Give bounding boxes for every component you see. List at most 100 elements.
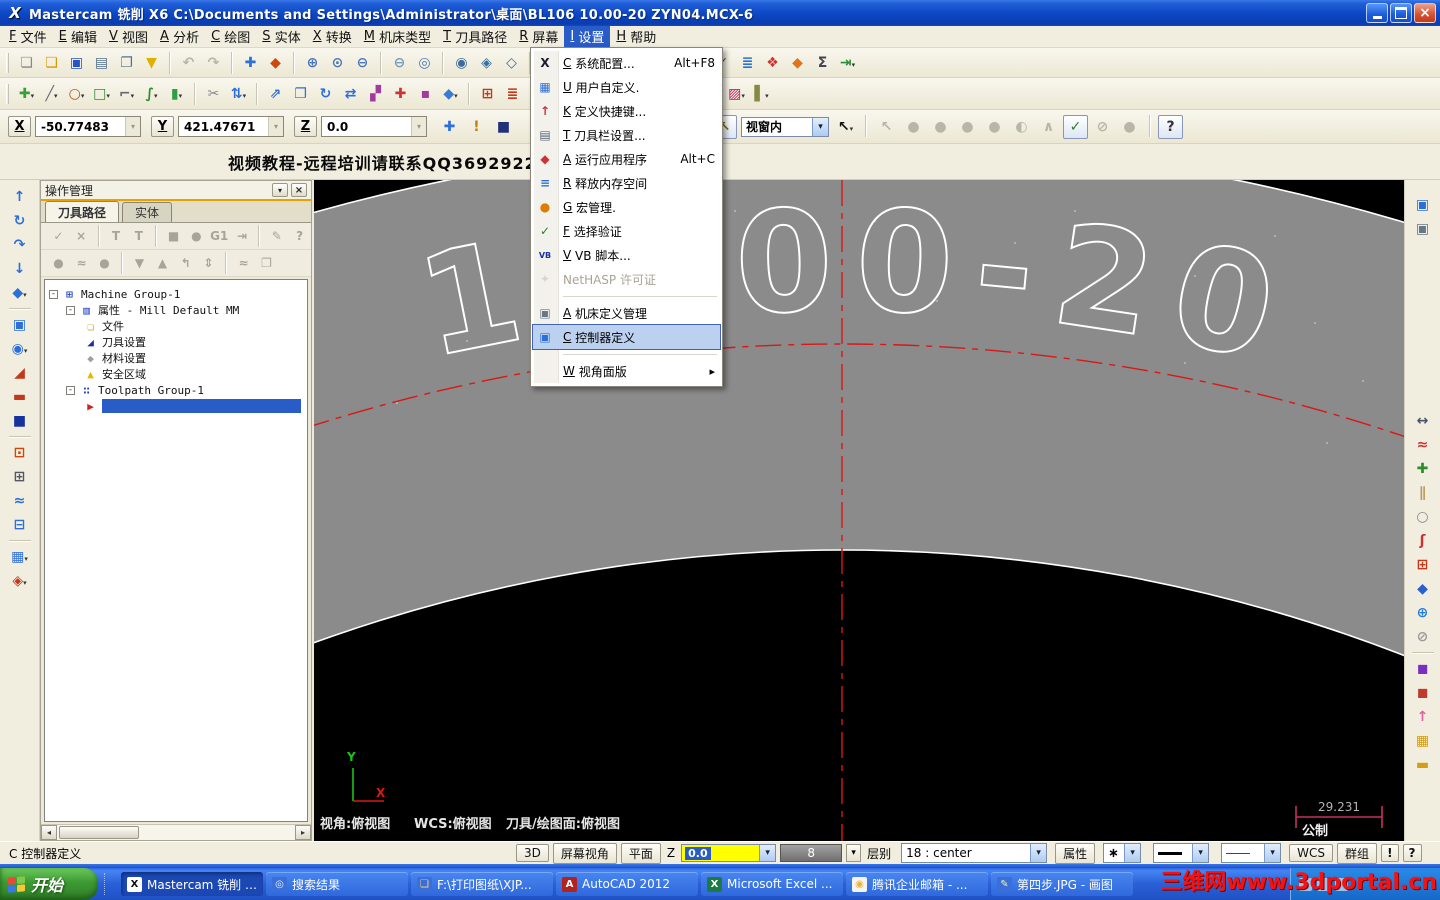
gview-rotate-icon[interactable]: ↷ <box>7 233 33 257</box>
grid-entity-icon[interactable]: ⊞ <box>1410 553 1436 577</box>
tree-expand-box[interactable]: - <box>66 385 75 395</box>
menubar-item-I[interactable]: I 设置 <box>564 26 611 47</box>
add-entity-icon[interactable]: ✚ <box>1410 457 1436 481</box>
pan-icon[interactable]: ✚ <box>238 51 263 75</box>
panel-header[interactable]: 操作管理 <box>41 181 311 201</box>
graphics-canvas[interactable]: 10.00-20 Y X 视角:俯视图 WCS:俯视图 刀具/绘图面:俯视图 2… <box>314 180 1404 841</box>
grid-icon[interactable]: ⊞ <box>475 82 500 106</box>
warning-button[interactable]: ! <box>1381 844 1399 862</box>
xform-array-icon[interactable]: ▪ <box>413 82 438 106</box>
plane-button[interactable]: 平面 <box>620 842 661 864</box>
null-entity-icon[interactable]: ⊘ <box>1410 625 1436 649</box>
attr-point-icon[interactable]: ◼ <box>1410 681 1436 705</box>
tree-item-insert-arrow[interactable]: ▶ <box>45 398 307 414</box>
operations-tree[interactable]: - ⊞ Machine Group-1- ▥ 属性 - Mill Default MM ❏… <box>44 279 308 822</box>
delete-entities-icon[interactable]: ▼ <box>139 51 164 75</box>
close-button[interactable] <box>1414 3 1436 23</box>
xform-translate-icon[interactable]: ⇗ <box>263 82 288 106</box>
fit-screen-icon[interactable]: ◈ <box>474 51 499 75</box>
z-coord-button[interactable]: Z <box>294 116 317 137</box>
insert-arrow-move-icon[interactable]: ↰ <box>174 253 197 274</box>
multiview-icon[interactable]: ▦ <box>7 545 33 569</box>
dark-mode-icon[interactable]: ■ <box>491 115 516 139</box>
attr-color-icon[interactable]: ◼ <box>1410 657 1436 681</box>
wcs-cube-icon[interactable]: ◈ <box>7 569 33 593</box>
scroll-left-icon[interactable] <box>41 825 57 840</box>
create-point-icon[interactable]: ✚ <box>14 82 39 106</box>
menubar-item-F[interactable]: F 文件 <box>3 26 53 47</box>
regen-selected-icon[interactable]: T <box>105 226 128 247</box>
palette-icon[interactable]: ▦ <box>1410 729 1436 753</box>
gview-turn-icon[interactable]: ↻ <box>7 209 33 233</box>
selection-help-icon[interactable]: ? <box>1158 114 1183 139</box>
menu-item-toolbar-settings[interactable]: ▤ T 刀具栏设置... <box>533 123 720 147</box>
xform-rotate-icon[interactable]: ↻ <box>313 82 338 106</box>
quick-point-icon[interactable]: ✚ <box>437 115 462 139</box>
combo-arrow-icon[interactable] <box>759 845 776 861</box>
remove-selected-icon[interactable]: T <box>127 226 150 247</box>
xform-gnomon-icon[interactable]: ◆ <box>438 82 463 106</box>
verify-ops-icon[interactable]: ● <box>185 226 208 247</box>
screen-view-button[interactable]: 屏幕视角 <box>552 842 617 864</box>
tree-item-tool-settings[interactable]: ◢ 刀具设置 <box>45 334 307 350</box>
taskbar-task-browser[interactable]: ◉ 腾讯企业邮箱 - ... <box>846 872 988 896</box>
create-solid-icon[interactable]: ▮ <box>164 82 189 106</box>
xform-offset-icon[interactable]: ▞ <box>363 82 388 106</box>
menubar-item-A[interactable]: A 分析 <box>154 26 205 47</box>
zoom-fit-icon[interactable]: ◎ <box>412 51 437 75</box>
dynamic-rotate-icon[interactable]: ◆ <box>263 51 288 75</box>
combo-arrow-icon[interactable] <box>1264 844 1281 862</box>
move-up-icon[interactable]: ▲ <box>151 253 174 274</box>
panel-close-button[interactable] <box>291 183 307 197</box>
tree-item-files[interactable]: ❏ 文件 <box>45 318 307 334</box>
highfeed-icon[interactable]: ✎ <box>265 226 288 247</box>
clear-colors-icon[interactable]: ◇ <box>499 51 524 75</box>
copy-ops-icon[interactable]: ❐ <box>255 253 278 274</box>
save-file-icon[interactable]: ▣ <box>64 51 89 75</box>
select-all-ops-icon[interactable]: ✓ <box>47 226 70 247</box>
menu-item-define-shortcut[interactable]: ↑ K 定义快捷键... <box>533 99 720 123</box>
print-preview-icon[interactable]: ❐ <box>114 51 139 75</box>
color-dropdown-arrow-icon[interactable] <box>846 844 862 862</box>
analyze-chain-icon[interactable]: ≣ <box>735 51 760 75</box>
select-arrow-icon[interactable]: ↖ <box>833 115 858 139</box>
dark-cube-icon[interactable]: ■ <box>7 409 33 433</box>
xform-scale-icon[interactable]: ✚ <box>388 82 413 106</box>
tree-item-safety-zone[interactable]: ▲ 安全区域 <box>45 366 307 382</box>
combo-arrow-icon[interactable] <box>1124 844 1141 862</box>
hatch-plus-icon[interactable]: ∥ <box>1410 481 1436 505</box>
menu-item-run-app[interactable]: ◆ A 运行应用程序 Alt+C <box>533 147 720 171</box>
x-combo-arrow-icon[interactable] <box>125 117 140 136</box>
tree-selected-row[interactable] <box>102 399 301 413</box>
viewport-fit-icon[interactable]: ▣ <box>7 313 33 337</box>
create-arc-icon[interactable]: ○ <box>64 82 89 106</box>
menu-item-machine-definition[interactable]: ▣ A 机床定义管理 <box>533 301 720 325</box>
gview-top-icon[interactable]: ↑ <box>7 185 33 209</box>
group-button[interactable]: 群组 <box>1337 842 1378 864</box>
toggle-post-icon[interactable]: ≈ <box>232 253 255 274</box>
taskbar-task-search-results[interactable]: ◎ 搜索结果 <box>266 872 408 896</box>
x-coord-input[interactable]: -50.77483 <box>35 116 141 137</box>
post-icon[interactable]: ⇥ <box>835 51 860 75</box>
clip-plane-icon[interactable]: ◢ <box>7 361 33 385</box>
title-bar[interactable]: X Mastercam 铣削 X6 C:\Documents and Setti… <box>0 0 1440 26</box>
layer-icon[interactable]: ▬ <box>1410 753 1436 777</box>
combo-arrow-icon[interactable] <box>1192 844 1209 862</box>
create-fillet-icon[interactable]: ⌐ <box>114 82 139 106</box>
y-coord-button[interactable]: Y <box>151 116 174 137</box>
toolbar-grip[interactable] <box>6 83 9 104</box>
lock-posted-icon[interactable]: ● <box>93 253 116 274</box>
menu-item-free-memory[interactable]: ≡ R 释放内存空间 <box>533 171 720 195</box>
help-button[interactable]: ? <box>1402 844 1422 862</box>
taskbar-task-paint[interactable]: ✎ 第四步.JPG - 画图 <box>991 872 1133 896</box>
xform-mirror-icon[interactable]: ⇄ <box>338 82 363 106</box>
grid-cube-icon[interactable]: ⊞ <box>7 465 33 489</box>
menubar-item-R[interactable]: R 屏幕 <box>513 26 564 47</box>
menu-item-controller-definition[interactable]: ▣ C 控制器定义 <box>532 324 721 350</box>
menu-item-select-verify[interactable]: ✓ F 选择验证 <box>533 219 720 243</box>
curve-check-icon[interactable]: ≈ <box>1410 433 1436 457</box>
line-style-combo[interactable] <box>1153 843 1210 863</box>
scroll-ops-icon[interactable]: ⇕ <box>197 253 220 274</box>
polyline-entity-icon[interactable]: ʃ <box>1410 529 1436 553</box>
swish-icon[interactable]: ≈ <box>7 489 33 513</box>
